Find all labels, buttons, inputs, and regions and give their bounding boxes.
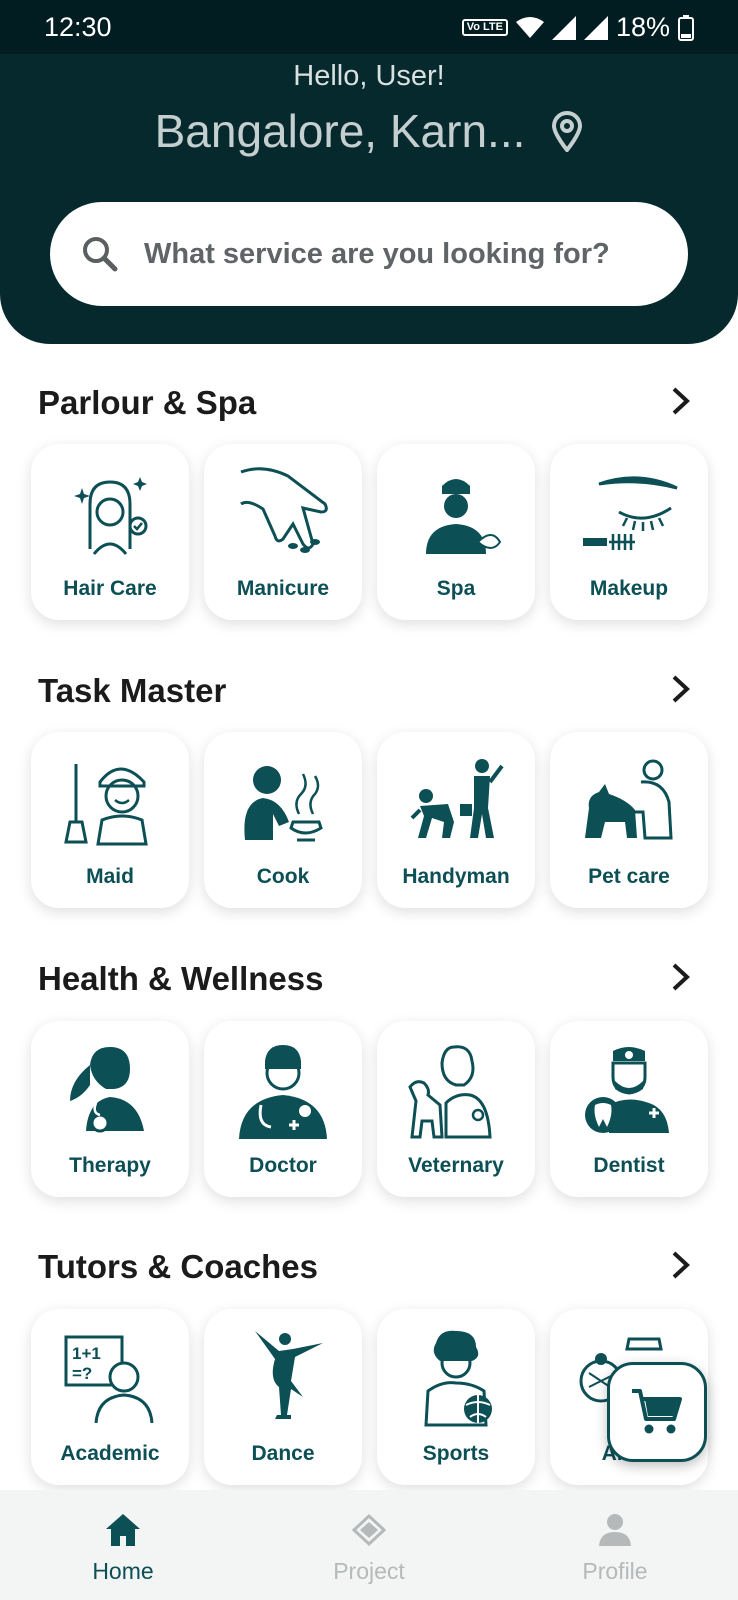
project-icon [351, 1513, 387, 1547]
dance-icon [255, 1331, 323, 1419]
svg-text:1+1: 1+1 [72, 1344, 101, 1363]
battery-icon [678, 14, 694, 41]
service-label: Dentist [593, 1154, 665, 1177]
service-label: Spa [436, 577, 476, 600]
cook-icon [244, 766, 323, 842]
service-card-dance[interactable]: Dance [204, 1309, 362, 1485]
service-card-dentist[interactable]: Dentist [550, 1021, 708, 1197]
manicure-icon [240, 467, 328, 553]
battery-percent: 18% [615, 12, 670, 42]
home-icon [106, 1514, 140, 1546]
service-label: Handyman [402, 865, 510, 888]
svg-text:=?: =? [72, 1364, 92, 1383]
service-card-doctor[interactable]: Doctor [204, 1021, 362, 1197]
service-label: Academic [60, 1442, 160, 1465]
makeup-icon [583, 476, 678, 550]
service-label: Maid [86, 865, 134, 888]
header: Hello, User! Bangalore, Karn... What ser… [0, 54, 738, 344]
service-card-sports[interactable]: Sports [377, 1309, 535, 1485]
service-card-academic[interactable]: 1+1 =? Academic [31, 1309, 189, 1485]
handyman-icon [410, 759, 504, 838]
signal-icon-2 [583, 15, 608, 40]
nav-home[interactable]: Home [0, 1490, 246, 1600]
nav-profile[interactable]: Profile [492, 1490, 738, 1600]
nav-label: Home [92, 1558, 154, 1584]
chevron-right-icon[interactable] [670, 674, 692, 704]
location-pin-icon [552, 111, 583, 152]
service-card-makeup[interactable]: Makeup [550, 444, 708, 620]
service-label: Therapy [69, 1154, 151, 1177]
nav-label: Project [333, 1558, 405, 1584]
service-card-cook[interactable]: Cook [204, 732, 362, 908]
service-card-pet-care[interactable]: Pet care [550, 732, 708, 908]
search-input[interactable]: What service are you looking for? [144, 238, 610, 271]
location-text: Bangalore, Karn... [154, 105, 526, 157]
service-label: Cook [256, 865, 310, 888]
signal-icon [551, 15, 576, 40]
service-label: Dance [251, 1442, 315, 1465]
service-card-spa[interactable]: Spa [377, 444, 535, 620]
service-label: Sports [422, 1442, 490, 1465]
service-card-hair-care[interactable]: Hair Care [31, 444, 189, 620]
status-bar: 12:30 Vo LTE 18% [0, 0, 738, 54]
greeting: Hello, User! [293, 60, 445, 92]
search-icon [83, 237, 118, 272]
bottom-nav: Home Project Profile [0, 1490, 738, 1600]
status-icons: Vo LTE 18% [461, 12, 694, 43]
service-label: Manicure [236, 577, 330, 600]
section-title-tutors-coaches: Tutors & Coaches [38, 1248, 318, 1285]
service-card-veterinary[interactable]: Veternary [377, 1021, 535, 1197]
profile-icon [599, 1514, 631, 1546]
volte-icon: Vo LTE [461, 19, 508, 36]
dentist-icon [585, 1047, 669, 1133]
pet-care-icon [585, 759, 673, 840]
nav-project[interactable]: Project [246, 1490, 492, 1600]
section-title-health-wellness: Health & Wellness [38, 960, 324, 997]
spa-icon [426, 479, 502, 554]
sports-icon [424, 1330, 492, 1427]
chevron-right-icon[interactable] [670, 1250, 692, 1280]
service-label: Hair Care [63, 577, 157, 600]
cart-button[interactable] [607, 1362, 707, 1462]
maid-icon [64, 764, 148, 846]
service-card-therapy[interactable]: Therapy [31, 1021, 189, 1197]
section-title-parlour-spa: Parlour & Spa [38, 384, 257, 421]
location-selector[interactable]: Bangalore, Karn... [0, 104, 738, 158]
service-label: Doctor [249, 1154, 317, 1177]
service-card-handyman[interactable]: Handyman [377, 732, 535, 908]
chevron-right-icon[interactable] [670, 962, 692, 992]
service-card-manicure[interactable]: Manicure [204, 444, 362, 620]
wifi-icon [515, 16, 544, 38]
service-label: Veternary [408, 1154, 504, 1177]
search-bar[interactable]: What service are you looking for? [50, 202, 688, 306]
cart-icon [632, 1389, 682, 1434]
service-label: Makeup [589, 577, 669, 600]
section-title-task-master: Task Master [38, 672, 227, 709]
nav-label: Profile [582, 1558, 648, 1584]
therapy-icon [70, 1047, 144, 1133]
hair-care-icon [74, 477, 148, 555]
service-label: Pet care [588, 865, 670, 888]
doctor-icon [239, 1045, 327, 1139]
service-card-maid[interactable]: Maid [31, 732, 189, 908]
veterinary-icon [408, 1045, 492, 1139]
status-time: 12:30 [44, 12, 112, 42]
academic-icon: 1+1 =? [64, 1335, 154, 1424]
chevron-right-icon[interactable] [670, 386, 692, 416]
